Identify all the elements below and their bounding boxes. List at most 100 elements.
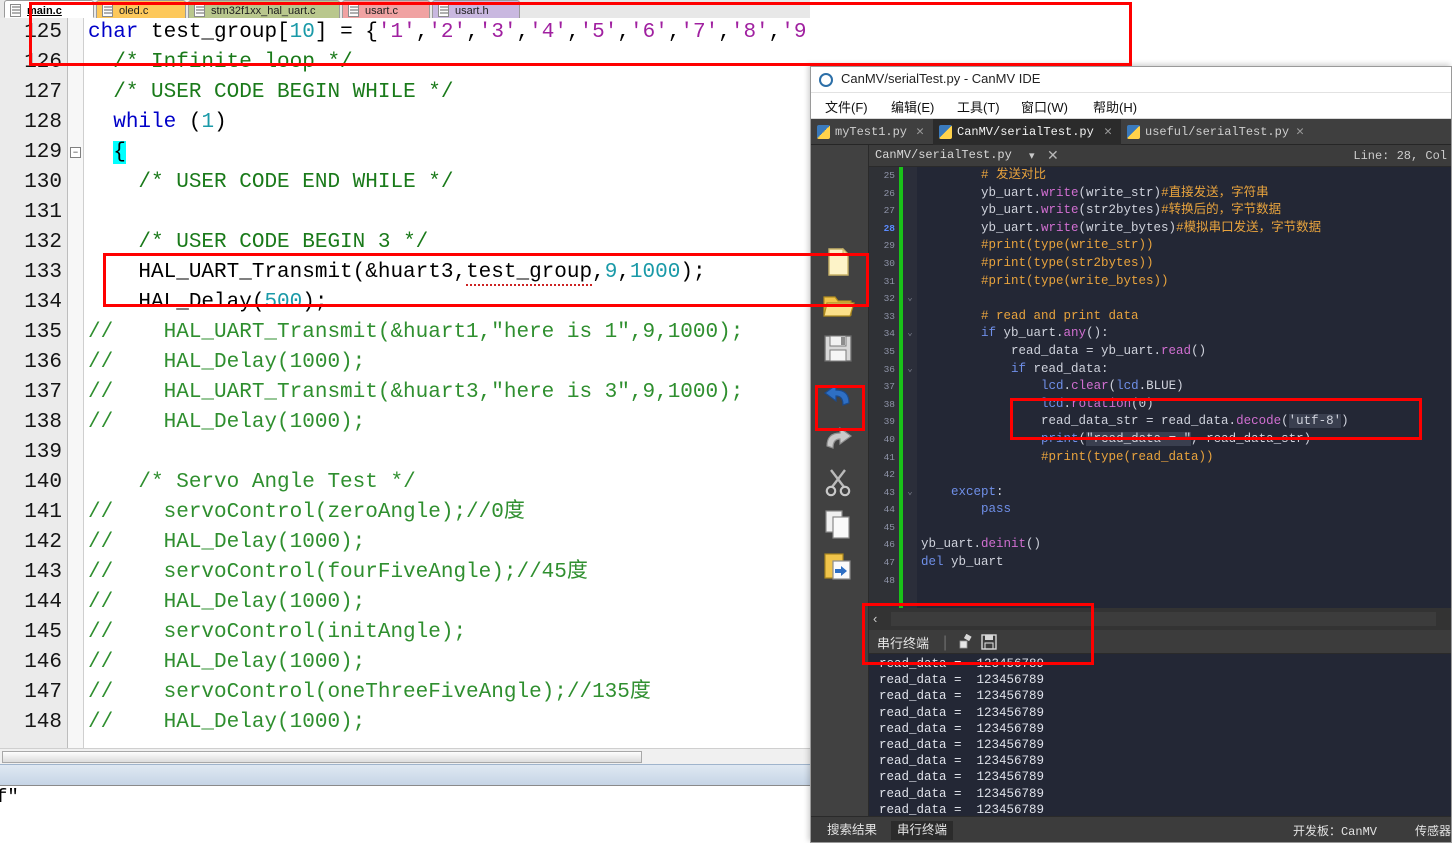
c-code-line[interactable]: 135 // HAL_UART_Transmit(&huart1,"here is…: [0, 318, 810, 348]
python-code-line[interactable]: 39 read_data_str = read_data.decode('utf…: [869, 413, 1451, 431]
tab-mytest1-py[interactable]: myTest1.py ✕: [811, 119, 933, 145]
menu-help[interactable]: 帮助(H): [1093, 97, 1137, 116]
c-code-line[interactable]: 140 /* Servo Angle Test */: [0, 468, 810, 498]
python-code-line[interactable]: 34 ⌄ if yb_uart.any():: [869, 325, 1451, 343]
c-code-line[interactable]: 146 // HAL_Delay(1000);: [0, 648, 810, 678]
python-code-line[interactable]: 25 # 发送对比: [869, 167, 1451, 185]
close-icon[interactable]: ✕: [1047, 147, 1059, 164]
canmv-file-tabs[interactable]: myTest1.py ✕ CanMV/serialTest.py ✕ usefu…: [811, 119, 1451, 145]
python-code-line[interactable]: 28 yb_uart.write(write_bytes)#模拟串口发送，字节数…: [869, 220, 1451, 238]
c-code-line[interactable]: 142 // HAL_Delay(1000);: [0, 528, 810, 558]
python-editor-lines[interactable]: 25 # 发送对比 26 yb_uart.write(write_str)#直接发…: [869, 167, 1451, 589]
canmv-ide-window[interactable]: CanMV/serialTest.py - CanMV IDE 文件(F) 编辑…: [810, 66, 1452, 843]
python-code-line[interactable]: 36 ⌄ if read_data:: [869, 361, 1451, 379]
copy-icon[interactable]: [821, 507, 859, 545]
c-code-line[interactable]: 125 char test_group[10] = {'1','2','3','4…: [0, 18, 810, 48]
menu-window[interactable]: 窗口(W): [1021, 97, 1068, 116]
python-code-line[interactable]: 29 #print(type(write_str)): [869, 237, 1451, 255]
scroll-left-icon[interactable]: ‹: [873, 611, 877, 626]
keil-tab-usart-h[interactable]: usart.h: [432, 0, 520, 18]
canmv-titlebar[interactable]: CanMV/serialTest.py - CanMV IDE: [811, 67, 1451, 93]
serial-terminal-panel[interactable]: 串行终端 | read_data = 123456789 read_data =…: [869, 630, 1451, 818]
menu-file[interactable]: 文件(F): [825, 97, 868, 116]
tab-useful-serialtest-py[interactable]: useful/serialTest.py ✕: [1121, 119, 1313, 145]
c-editor-hscroll-thumb[interactable]: [2, 751, 642, 763]
c-code-line[interactable]: 138 // HAL_Delay(1000);: [0, 408, 810, 438]
fold-chevron-icon[interactable]: ⌄: [905, 325, 915, 343]
c-code-line[interactable]: 132 /* USER CODE BEGIN 3 */: [0, 228, 810, 258]
c-code-line[interactable]: 128 while (1): [0, 108, 810, 138]
menu-tools[interactable]: 工具(T): [957, 97, 1000, 116]
c-code-line[interactable]: 141 // servoControl(zeroAngle);//0度: [0, 498, 810, 528]
python-code-line[interactable]: 31 #print(type(write_bytes)): [869, 273, 1451, 291]
python-code-line[interactable]: 26 yb_uart.write(write_str)#直接发送，字符串: [869, 185, 1451, 203]
fold-chevron-icon[interactable]: ⌄: [905, 484, 915, 502]
canmv-menubar[interactable]: 文件(F) 编辑(E) 工具(T) 窗口(W) 帮助(H): [811, 93, 1451, 119]
tab-canmv-serialtest-py[interactable]: CanMV/serialTest.py ✕: [933, 119, 1121, 145]
python-code-line[interactable]: 48: [869, 572, 1451, 590]
python-code-line[interactable]: 47 del yb_uart: [869, 554, 1451, 572]
python-editor-hscrollbar[interactable]: ‹: [869, 608, 1451, 630]
c-code-line[interactable]: 145 // servoControl(initAngle);: [0, 618, 810, 648]
redo-icon[interactable]: [821, 424, 859, 462]
c-code-line[interactable]: 139: [0, 438, 810, 468]
canmv-left-toolbar[interactable]: [811, 145, 869, 842]
c-code-line[interactable]: 131: [0, 198, 810, 228]
python-hscroll-thumb[interactable]: [891, 612, 1436, 626]
python-editor-panel[interactable]: CanMV/serialTest.py ▾ ✕ Line: 28, Col 25…: [869, 145, 1451, 630]
close-icon[interactable]: ✕: [1101, 119, 1115, 145]
c-code-line[interactable]: 136 // HAL_Delay(1000);: [0, 348, 810, 378]
fold-collapse-icon[interactable]: −: [70, 147, 81, 158]
c-code-line[interactable]: 137 // HAL_UART_Transmit(&huart3,"here is…: [0, 378, 810, 408]
fold-chevron-icon[interactable]: ⌄: [905, 361, 915, 379]
undo-icon[interactable]: [821, 381, 859, 419]
c-code-line[interactable]: 130 /* USER CODE END WHILE */: [0, 168, 810, 198]
close-icon[interactable]: ✕: [1293, 119, 1307, 145]
status-tab-search-results[interactable]: 搜索结果: [821, 821, 883, 840]
c-code-line[interactable]: 148 // HAL_Delay(1000);: [0, 708, 810, 738]
python-code-line[interactable]: 38 lcd.rotation(0): [869, 396, 1451, 414]
save-terminal-icon[interactable]: [981, 634, 997, 655]
c-code-line[interactable]: 126 /* Infinite loop */: [0, 48, 810, 78]
status-tab-serial-terminal[interactable]: 串行终端: [891, 821, 954, 840]
c-code-line[interactable]: 129− {: [0, 138, 810, 168]
clear-terminal-icon[interactable]: [957, 633, 974, 655]
c-code-line[interactable]: 144 // HAL_Delay(1000);: [0, 588, 810, 618]
python-code-line[interactable]: 46 yb_uart.deinit(): [869, 536, 1451, 554]
c-editor-lines[interactable]: 125 char test_group[10] = {'1','2','3','4…: [0, 18, 810, 738]
serial-terminal-output[interactable]: read_data = 123456789 read_data = 1234567…: [869, 654, 1451, 818]
python-code-line[interactable]: 43 ⌄ except:: [869, 484, 1451, 502]
python-code-line[interactable]: 41 #print(type(read_data)): [869, 449, 1451, 467]
python-code-line[interactable]: 37 lcd.clear(lcd.BLUE): [869, 378, 1451, 396]
python-code-line[interactable]: 30 #print(type(str2bytes)): [869, 255, 1451, 273]
new-file-icon[interactable]: [821, 245, 859, 283]
python-code-line[interactable]: 42: [869, 466, 1451, 484]
keil-tab-stm32f1xx-hal-uart-c[interactable]: stm32f1xx_hal_uart.c: [188, 0, 340, 18]
python-code-area[interactable]: 25 # 发送对比 26 yb_uart.write(write_str)#直接发…: [869, 167, 1451, 608]
python-code-line[interactable]: 35 read_data = yb_uart.read(): [869, 343, 1451, 361]
c-code-line[interactable]: 134 HAL_Delay(500);: [0, 288, 810, 318]
python-code-line[interactable]: 32 ⌄: [869, 290, 1451, 308]
save-file-icon[interactable]: [821, 331, 859, 369]
python-code-line[interactable]: 44 pass: [869, 501, 1451, 519]
paste-icon[interactable]: [821, 549, 859, 587]
c-code-editor[interactable]: 125 char test_group[10] = {'1','2','3','4…: [0, 18, 810, 748]
c-code-line[interactable]: 147 // servoControl(oneThreeFiveAngle);//…: [0, 678, 810, 708]
python-editor-filebar[interactable]: CanMV/serialTest.py ▾ ✕ Line: 28, Col: [869, 145, 1451, 167]
keil-tab-strip[interactable]: main.c oled.c stm32f1xx_hal_uart.c usart…: [0, 0, 810, 18]
keil-tab-oled-c[interactable]: oled.c: [96, 0, 186, 18]
close-icon[interactable]: ✕: [913, 119, 927, 145]
menu-edit[interactable]: 编辑(E): [891, 97, 934, 116]
c-code-line[interactable]: 127 /* USER CODE BEGIN WHILE */: [0, 78, 810, 108]
c-code-line[interactable]: 133 HAL_UART_Transmit(&huart3,test_group…: [0, 258, 810, 288]
chevron-down-icon[interactable]: ▾: [1029, 149, 1035, 162]
python-code-line[interactable]: 40 print("read_data = ", read_data_str): [869, 431, 1451, 449]
python-code-line[interactable]: 27 yb_uart.write(str2bytes)#转换后的，字节数据: [869, 202, 1451, 220]
c-editor-hscrollbar[interactable]: [0, 748, 810, 764]
fold-chevron-icon[interactable]: ⌄: [905, 290, 915, 308]
canmv-statusbar[interactable]: 搜索结果 串行终端 开发板：CanMV 传感器: [811, 816, 1451, 842]
keil-tab-usart-c[interactable]: usart.c: [342, 0, 430, 18]
keil-tab-main-c[interactable]: main.c: [4, 0, 94, 18]
python-code-line[interactable]: 33 # read and print data: [869, 308, 1451, 326]
open-folder-icon[interactable]: [821, 288, 859, 326]
